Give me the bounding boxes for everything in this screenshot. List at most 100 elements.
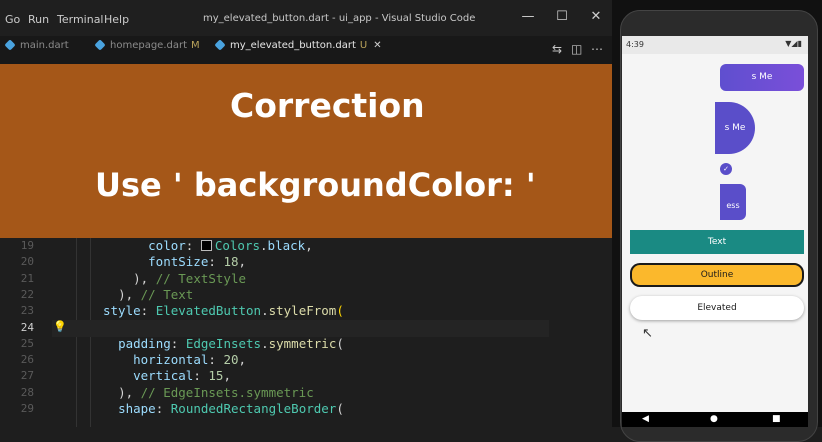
- status-time: 4:39: [626, 40, 644, 49]
- android-emulator: 4:39 ▼◢▮ s Me s Me ✓ ess Text Outline El…: [612, 0, 822, 442]
- code-line[interactable]: 29 shape: RoundedRectangleBorder(: [0, 401, 612, 417]
- untracked-badge: U: [359, 40, 368, 51]
- dart-file-icon: [4, 39, 16, 51]
- code-token: ,: [238, 254, 247, 270]
- menu-terminal[interactable]: Terminal: [57, 13, 104, 26]
- circle-press-button[interactable]: s Me: [715, 102, 755, 154]
- elevated-button[interactable]: Elevated: [630, 296, 804, 320]
- minimize-button[interactable]: —: [520, 9, 536, 25]
- more-actions-icon[interactable]: ⋯: [591, 42, 603, 56]
- icon-press-button[interactable]: ess: [720, 184, 746, 220]
- code-text: ), // Text: [103, 287, 193, 303]
- window-title: my_elevated_button.dart - ui_app - Visua…: [203, 13, 476, 24]
- compare-changes-icon[interactable]: ⇆: [552, 42, 562, 56]
- current-line-highlight: [52, 320, 549, 337]
- code-token: Colors: [214, 238, 261, 253]
- code-token: // EdgeInsets.symmetric: [140, 384, 314, 400]
- line-number: 28: [20, 385, 34, 399]
- lightbulb-icon[interactable]: 💡: [53, 320, 67, 333]
- code-token: black: [267, 238, 306, 253]
- code-token: EdgeInsets: [185, 335, 262, 351]
- code-line[interactable]: 26 horizontal: 20,: [0, 352, 612, 368]
- code-token: fontSize: [148, 254, 209, 270]
- code-token: :: [208, 254, 224, 270]
- code-token: :: [155, 401, 171, 416]
- tab-main-dart[interactable]: main.dart: [4, 36, 69, 64]
- code-token: (: [336, 401, 344, 416]
- color-swatch: [200, 240, 212, 251]
- code-token: :: [193, 368, 209, 384]
- code-line[interactable]: 22 ), // Text: [0, 287, 612, 303]
- small-fab-button[interactable]: ✓: [720, 163, 732, 175]
- back-icon[interactable]: ◀: [642, 414, 649, 424]
- correction-banner: Correction Use ' backgroundColor: ': [0, 64, 717, 238]
- modified-badge: M: [191, 40, 200, 51]
- tab-my-elevated-button-dart[interactable]: my_elevated_button.dart U ✕: [207, 36, 382, 65]
- tab-homepage-dart[interactable]: homepage.dart M: [94, 36, 200, 64]
- tab-label: homepage.dart: [110, 40, 188, 51]
- code-token: horizontal: [133, 352, 209, 368]
- title-bar: Go Run Terminal Help my_elevated_button.…: [0, 0, 612, 36]
- outline-button[interactable]: Outline: [630, 263, 804, 287]
- mouse-cursor-icon: ↖: [642, 326, 653, 341]
- code-token: style: [103, 303, 141, 319]
- maximize-button[interactable]: ☐: [554, 9, 570, 25]
- line-number: 22: [20, 287, 34, 301]
- text-button[interactable]: Text: [630, 230, 804, 254]
- code-token: :: [208, 352, 224, 368]
- code-text: padding: EdgeInsets.symmetric(: [103, 336, 344, 352]
- code-text: ), // EdgeInsets.symmetric: [103, 385, 314, 401]
- code-token: ),: [118, 286, 141, 302]
- line-number: 27: [20, 369, 34, 383]
- code-token: ),: [133, 270, 156, 286]
- line-number: 24: [20, 320, 34, 334]
- code-token: (: [336, 303, 344, 319]
- code-token: // Text: [140, 286, 194, 302]
- line-number: 25: [20, 336, 34, 350]
- code-text: fontSize: 18,: [103, 254, 246, 270]
- code-line[interactable]: 23 style: ElevatedButton.styleFrom(: [0, 303, 612, 319]
- recents-icon[interactable]: ■: [772, 414, 781, 424]
- code-token: (: [336, 335, 344, 351]
- code-line[interactable]: 27 vertical: 15,: [0, 368, 612, 384]
- code-line[interactable]: 25 padding: EdgeInsets.symmetric(: [0, 336, 612, 352]
- code-line[interactable]: 28 ), // EdgeInsets.symmetric: [0, 385, 612, 401]
- code-text: vertical: 15,: [103, 368, 231, 384]
- code-token: RoundedRectangleBorder: [170, 401, 337, 416]
- dart-file-icon: [94, 39, 106, 51]
- code-token: ,: [223, 368, 231, 384]
- phone-nav-bar: ◀ ● ■: [622, 412, 808, 427]
- home-icon[interactable]: ●: [710, 414, 718, 424]
- code-text: ), // TextStyle: [103, 271, 246, 287]
- close-window-button[interactable]: ✕: [588, 9, 604, 25]
- line-number: 19: [20, 239, 34, 252]
- code-token: 18: [223, 254, 239, 270]
- phone-status-bar: 4:39 ▼◢▮: [622, 36, 808, 54]
- battery-icon: ▼◢▮: [785, 39, 802, 48]
- line-number: 21: [20, 271, 34, 285]
- code-token: ElevatedButton: [155, 303, 262, 319]
- code-token: :: [170, 335, 186, 351]
- code-line[interactable]: 19 color: Colors.black,: [0, 238, 612, 254]
- code-token: padding: [118, 335, 171, 351]
- banner-title: Correction: [230, 86, 425, 125]
- gradient-press-button[interactable]: s Me: [720, 64, 804, 91]
- line-number: 20: [20, 255, 34, 269]
- menu-help[interactable]: Help: [104, 13, 129, 26]
- code-token: :: [185, 238, 201, 253]
- code-line[interactable]: 21 ), // TextStyle: [0, 271, 612, 287]
- code-token: 20: [223, 352, 239, 368]
- code-token: ),: [118, 384, 141, 400]
- code-token: ,: [238, 352, 247, 368]
- code-line[interactable]: 20 fontSize: 18,: [0, 254, 612, 270]
- code-text: horizontal: 20,: [103, 352, 246, 368]
- close-tab-icon[interactable]: ✕: [373, 40, 381, 51]
- menu-run[interactable]: Run: [28, 13, 49, 26]
- code-token: .: [260, 238, 268, 253]
- split-editor-icon[interactable]: ◫: [571, 42, 582, 56]
- code-token: styleFrom: [268, 303, 337, 319]
- tab-label: main.dart: [20, 40, 69, 51]
- editor-tab-bar: main.dart homepage.dart M my_elevated_but…: [0, 36, 612, 65]
- menu-go[interactable]: Go: [5, 13, 20, 26]
- code-token: 15: [208, 368, 224, 384]
